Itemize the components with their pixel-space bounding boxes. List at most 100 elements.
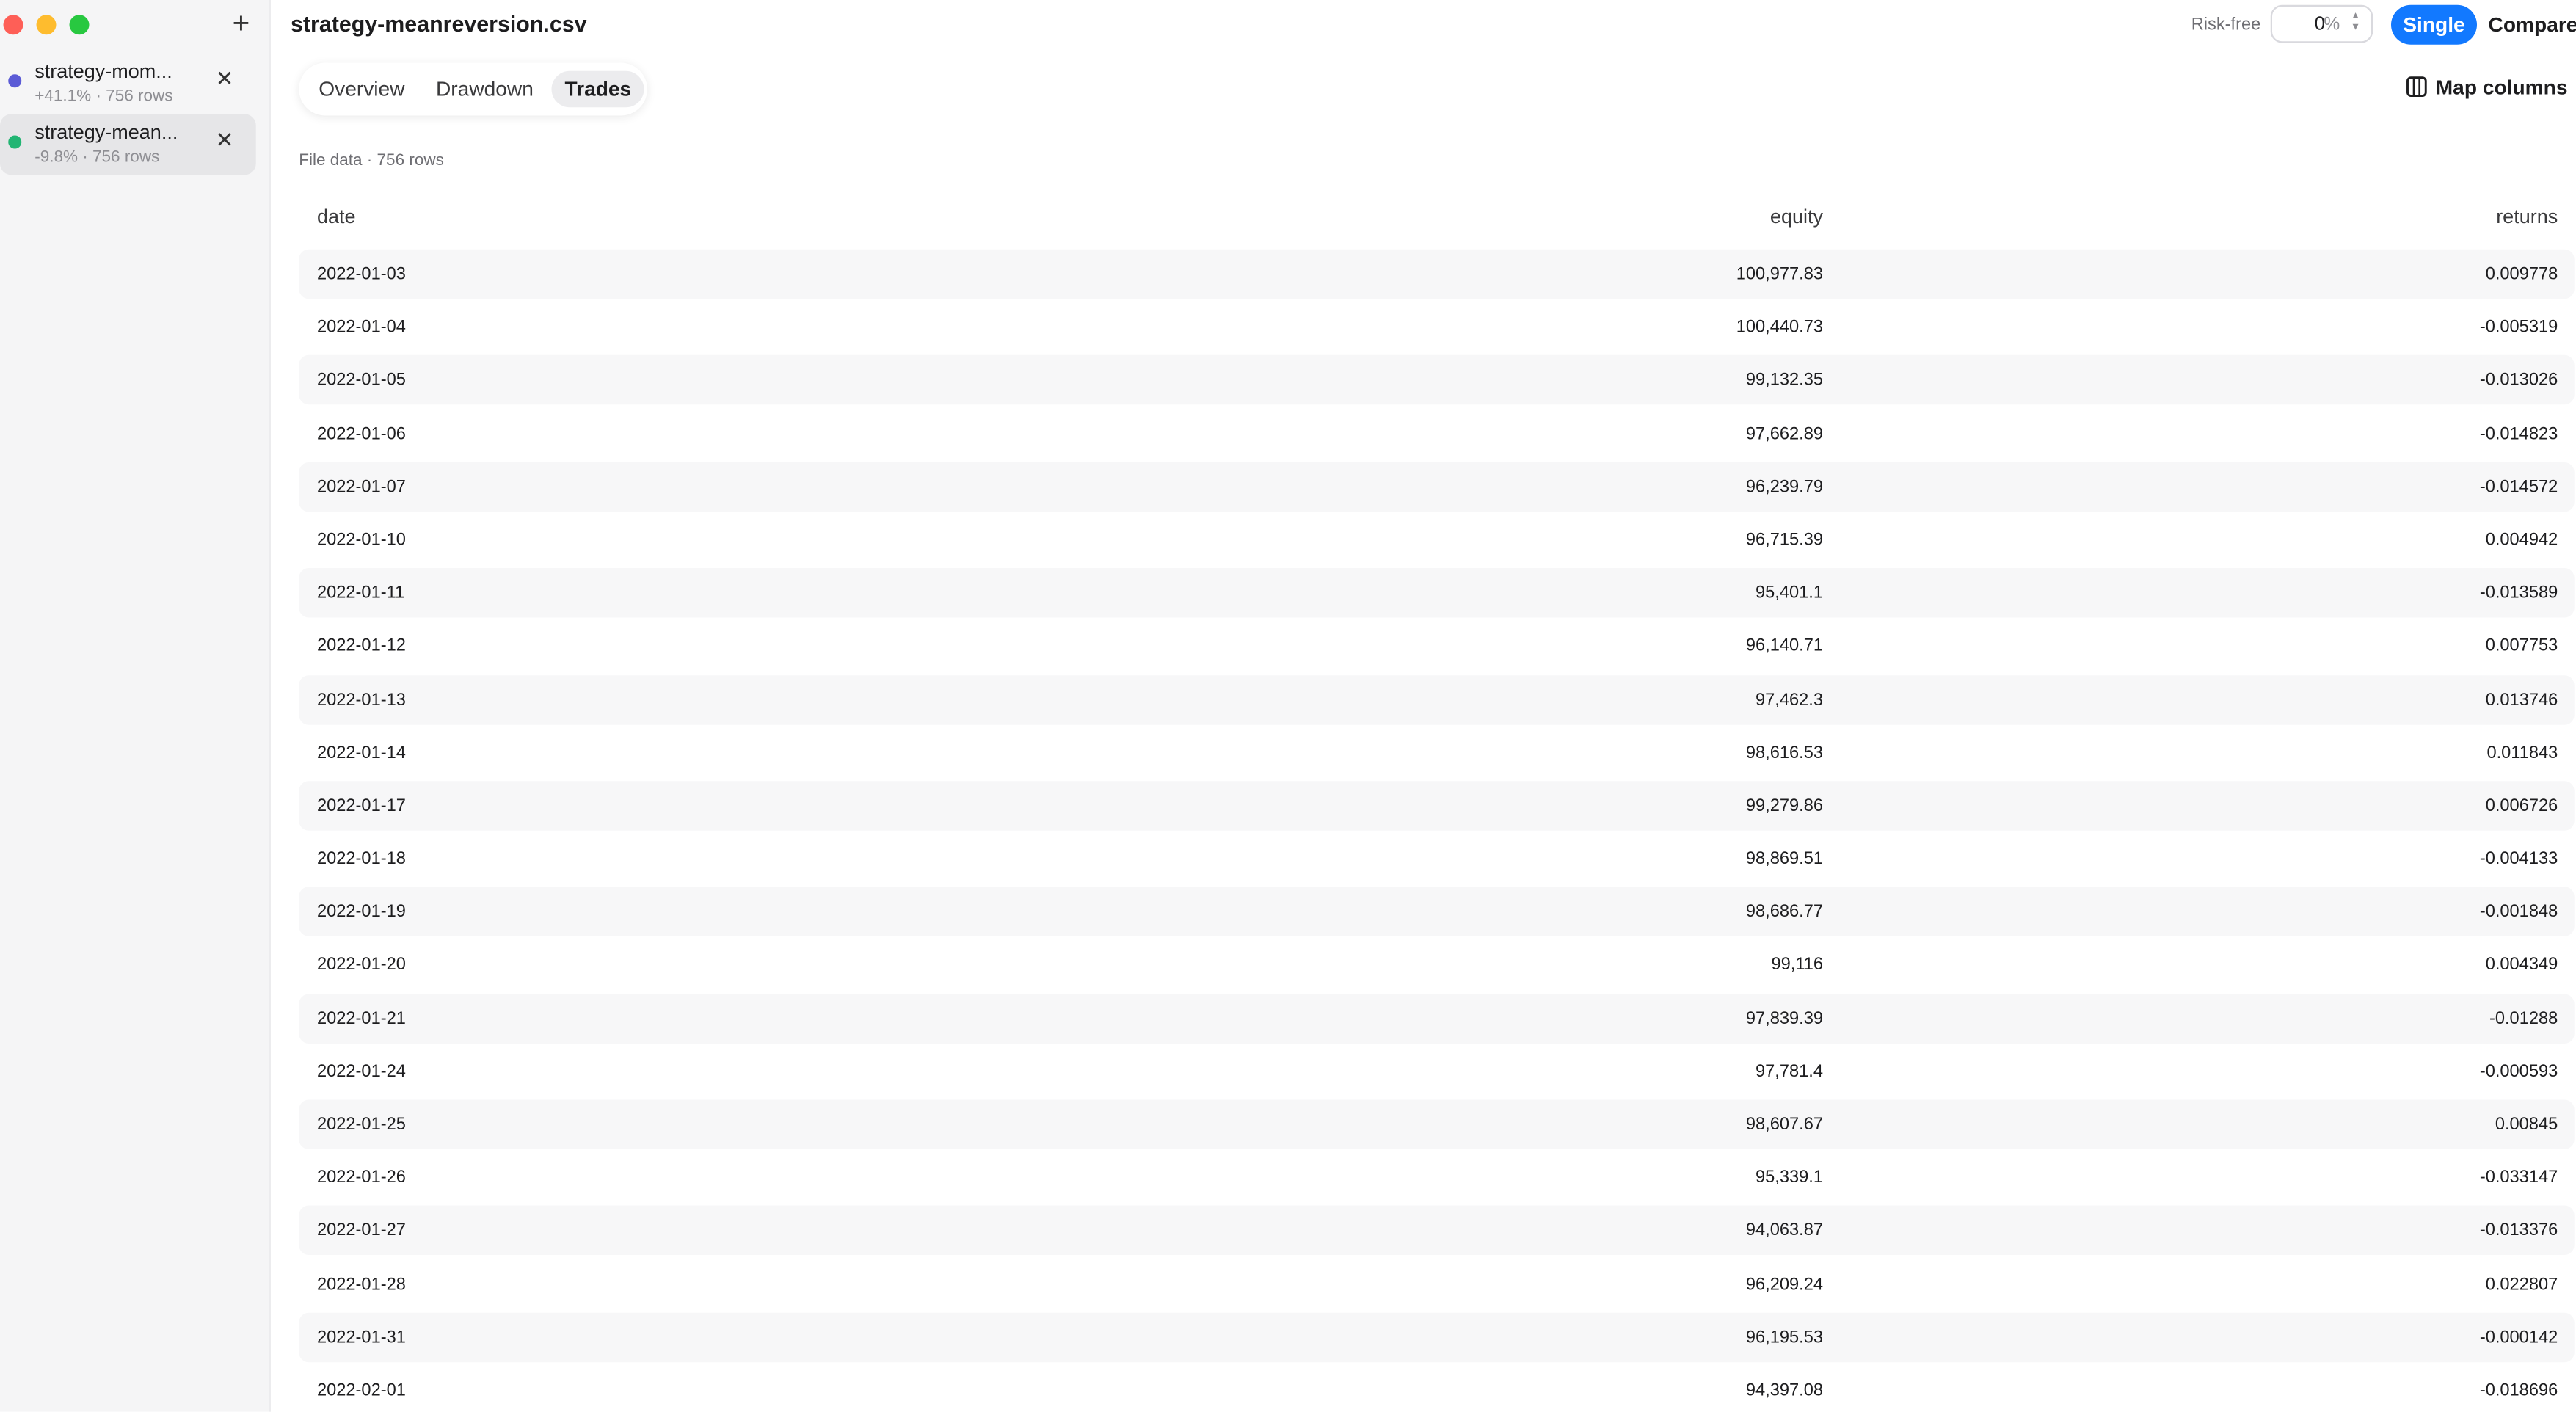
- cell-date: 2022-01-10: [317, 530, 406, 550]
- cell-equity: 99,132.35: [1745, 370, 1823, 390]
- map-columns-button[interactable]: Map columns: [2406, 76, 2567, 99]
- table-row[interactable]: 2022-01-14 98,616.53 0.011843: [299, 728, 2575, 781]
- cell-equity: 99,116: [1771, 955, 1823, 975]
- cell-equity: 96,209.24: [1745, 1274, 1823, 1295]
- table-row[interactable]: 2022-01-06 97,662.89 -0.014823: [299, 409, 2575, 462]
- cell-returns: -0.014572: [2479, 476, 2558, 497]
- cell-returns: -0.005319: [2479, 317, 2558, 338]
- close-icon[interactable]: ✕: [215, 67, 235, 91]
- close-window-button[interactable]: [3, 15, 23, 35]
- file-meta: -9.8% · 756 rows: [34, 148, 160, 167]
- cell-returns: -0.014823: [2479, 423, 2558, 444]
- cell-equity: 97,839.39: [1745, 1008, 1823, 1028]
- table-row[interactable]: 2022-01-11 95,401.1 -0.013589: [299, 568, 2575, 621]
- cell-returns: 0.004349: [2485, 955, 2558, 975]
- cell-equity: 94,397.08: [1745, 1380, 1823, 1400]
- cell-date: 2022-01-26: [317, 1168, 406, 1188]
- cell-returns: -0.018696: [2479, 1380, 2558, 1400]
- cell-returns: -0.013376: [2479, 1220, 2558, 1241]
- cell-equity: 94,063.87: [1745, 1220, 1823, 1241]
- table-row[interactable]: 2022-01-03 100,977.83 0.009778: [299, 249, 2575, 302]
- cell-date: 2022-01-21: [317, 1008, 406, 1028]
- table-row[interactable]: 2022-01-19 98,686.77 -0.001848: [299, 887, 2575, 940]
- table-row[interactable]: 2022-01-21 97,839.39 -0.01288: [299, 993, 2575, 1047]
- table-row[interactable]: 2022-01-13 97,462.3 0.013746: [299, 674, 2575, 727]
- cell-date: 2022-01-03: [317, 264, 406, 284]
- page-title: strategy-meanreversion.csv: [291, 11, 587, 37]
- table-row[interactable]: 2022-01-24 97,781.4 -0.000593: [299, 1047, 2575, 1099]
- table-row[interactable]: 2022-01-07 96,239.79 -0.014572: [299, 462, 2575, 514]
- file-meta: +41.1% · 756 rows: [34, 87, 173, 106]
- column-header-returns[interactable]: returns: [2496, 205, 2558, 228]
- file-name: strategy-mean...: [34, 120, 178, 144]
- mode-toggle: Single Compare: [2388, 4, 2576, 45]
- risk-free-input[interactable]: 0 % ▲ ▼: [2270, 4, 2373, 43]
- table-row[interactable]: 2022-01-28 96,209.24 0.022807: [299, 1259, 2575, 1312]
- cell-date: 2022-01-25: [317, 1114, 406, 1135]
- cell-equity: 95,401.1: [1755, 583, 1823, 603]
- table-row[interactable]: 2022-01-26 95,339.1 -0.033147: [299, 1153, 2575, 1206]
- single-mode-button[interactable]: Single: [2391, 4, 2477, 45]
- cell-date: 2022-01-24: [317, 1061, 406, 1082]
- cell-equity: 97,781.4: [1755, 1061, 1823, 1082]
- risk-free-label: Risk-free: [2191, 15, 2261, 35]
- cell-equity: 96,715.39: [1745, 530, 1823, 550]
- table-row[interactable]: 2022-01-20 99,116 0.004349: [299, 940, 2575, 993]
- sidebar: + strategy-mom... +41.1% · 756 rows ✕ st…: [0, 0, 271, 1412]
- column-header-date[interactable]: date: [317, 205, 356, 228]
- table-row[interactable]: 2022-01-05 99,132.35 -0.013026: [299, 355, 2575, 409]
- window-controls: [3, 15, 90, 35]
- cell-date: 2022-01-12: [317, 636, 406, 656]
- tab-drawdown[interactable]: Drawdown: [423, 71, 547, 108]
- cell-date: 2022-01-19: [317, 902, 406, 922]
- cell-date: 2022-01-20: [317, 955, 406, 975]
- cell-equity: 98,686.77: [1745, 902, 1823, 922]
- stepper-icon[interactable]: ▲ ▼: [2348, 12, 2363, 37]
- add-file-button[interactable]: +: [226, 8, 256, 38]
- cell-equity: 98,607.67: [1745, 1114, 1823, 1135]
- table-row[interactable]: 2022-01-25 98,607.67 0.00845: [299, 1099, 2575, 1153]
- table-row[interactable]: 2022-02-01 94,397.08 -0.018696: [299, 1366, 2575, 1412]
- risk-free-unit: %: [2324, 15, 2340, 35]
- cell-date: 2022-01-17: [317, 796, 406, 816]
- table-row[interactable]: 2022-01-12 96,140.71 0.007753: [299, 622, 2575, 674]
- cell-returns: 0.013746: [2485, 689, 2558, 710]
- tab-overview[interactable]: Overview: [305, 71, 418, 108]
- cell-returns: 0.004942: [2485, 530, 2558, 550]
- table-row[interactable]: 2022-01-27 94,063.87 -0.013376: [299, 1206, 2575, 1259]
- cell-equity: 96,140.71: [1745, 636, 1823, 656]
- table-row[interactable]: 2022-01-04 100,440.73 -0.005319: [299, 302, 2575, 355]
- cell-equity: 97,662.89: [1745, 423, 1823, 444]
- table-row[interactable]: 2022-01-18 98,869.51 -0.004133: [299, 834, 2575, 887]
- zoom-window-button[interactable]: [69, 15, 90, 35]
- sidebar-file-item-active[interactable]: strategy-mean... -9.8% · 756 rows ✕: [0, 114, 256, 175]
- cell-date: 2022-01-14: [317, 742, 406, 763]
- tab-trades[interactable]: Trades: [551, 70, 645, 108]
- table-row[interactable]: 2022-01-31 96,195.53 -0.000142: [299, 1312, 2575, 1365]
- cell-date: 2022-01-06: [317, 423, 406, 444]
- cell-returns: -0.000142: [2479, 1327, 2558, 1347]
- cell-equity: 99,279.86: [1745, 796, 1823, 816]
- cell-returns: -0.000593: [2479, 1061, 2558, 1082]
- sidebar-file-item[interactable]: strategy-mom... +41.1% · 756 rows ✕: [0, 53, 256, 114]
- table-row[interactable]: 2022-01-17 99,279.86 0.006726: [299, 780, 2575, 834]
- compare-mode-button[interactable]: Compare: [2484, 5, 2576, 45]
- section-label: File data · 756 rows: [299, 152, 444, 170]
- cell-date: 2022-01-07: [317, 476, 406, 497]
- cell-returns: 0.007753: [2485, 636, 2558, 656]
- cell-equity: 100,977.83: [1736, 264, 1823, 284]
- table-header: date equity returns: [299, 193, 2575, 239]
- cell-returns: 0.011843: [2486, 742, 2558, 763]
- cell-date: 2022-01-27: [317, 1220, 406, 1241]
- cell-returns: -0.001848: [2479, 902, 2558, 922]
- table-body: 2022-01-03 100,977.83 0.009778 2022-01-04 10…: [299, 249, 2575, 1412]
- close-icon[interactable]: ✕: [215, 128, 235, 153]
- table-row[interactable]: 2022-01-10 96,715.39 0.004942: [299, 515, 2575, 568]
- cell-equity: 98,616.53: [1745, 742, 1823, 763]
- column-header-equity[interactable]: equity: [1770, 205, 1823, 228]
- cell-equity: 95,339.1: [1755, 1168, 1823, 1188]
- view-tabs: Overview Drawdown Trades: [299, 62, 647, 116]
- minimize-window-button[interactable]: [36, 15, 57, 35]
- cell-equity: 96,195.53: [1745, 1327, 1823, 1347]
- cell-date: 2022-01-18: [317, 848, 406, 869]
